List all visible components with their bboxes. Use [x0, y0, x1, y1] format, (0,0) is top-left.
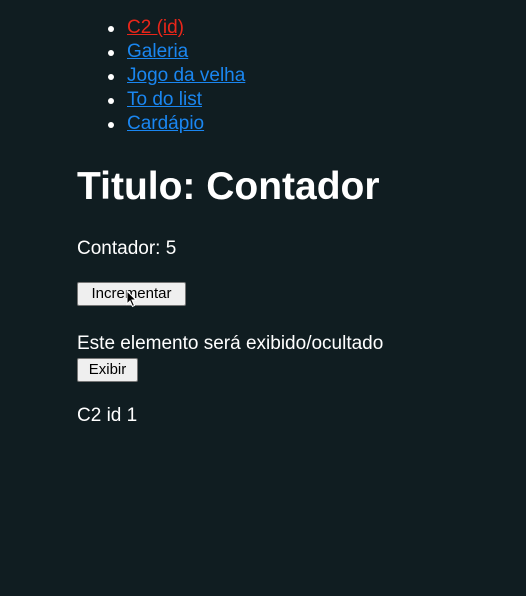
increment-button[interactable]: Incrementar — [77, 282, 186, 306]
counter-label: Contador: — [77, 238, 161, 259]
counter-text: Contador: 5 — [77, 237, 176, 261]
nav-item-c2: C2 (id) — [107, 16, 245, 40]
nav-link-cardapio[interactable]: Cardápio — [127, 113, 204, 134]
nav-item-cardapio: Cardápio — [107, 112, 245, 136]
nav-item-galeria: Galeria — [107, 40, 245, 64]
nav-item-todo-list: To do list — [107, 88, 245, 112]
nav-link-galeria[interactable]: Galeria — [127, 41, 188, 62]
nav-link-c2[interactable]: C2 (id) — [127, 17, 184, 38]
page-title: Titulo: Contador — [77, 165, 380, 208]
c2-id-text: C2 id 1 — [77, 405, 138, 426]
counter-value: 5 — [165, 238, 177, 259]
nav-list: C2 (id) Galeria Jogo da velha To do list… — [107, 16, 245, 136]
show-button[interactable]: Exibir — [77, 358, 138, 382]
toggle-text: Este elemento será exibido/ocultado — [77, 333, 384, 354]
nav-item-jogo-da-velha: Jogo da velha — [107, 64, 245, 88]
nav-link-todo-list[interactable]: To do list — [127, 89, 202, 110]
nav-link-jogo-da-velha[interactable]: Jogo da velha — [127, 65, 245, 86]
